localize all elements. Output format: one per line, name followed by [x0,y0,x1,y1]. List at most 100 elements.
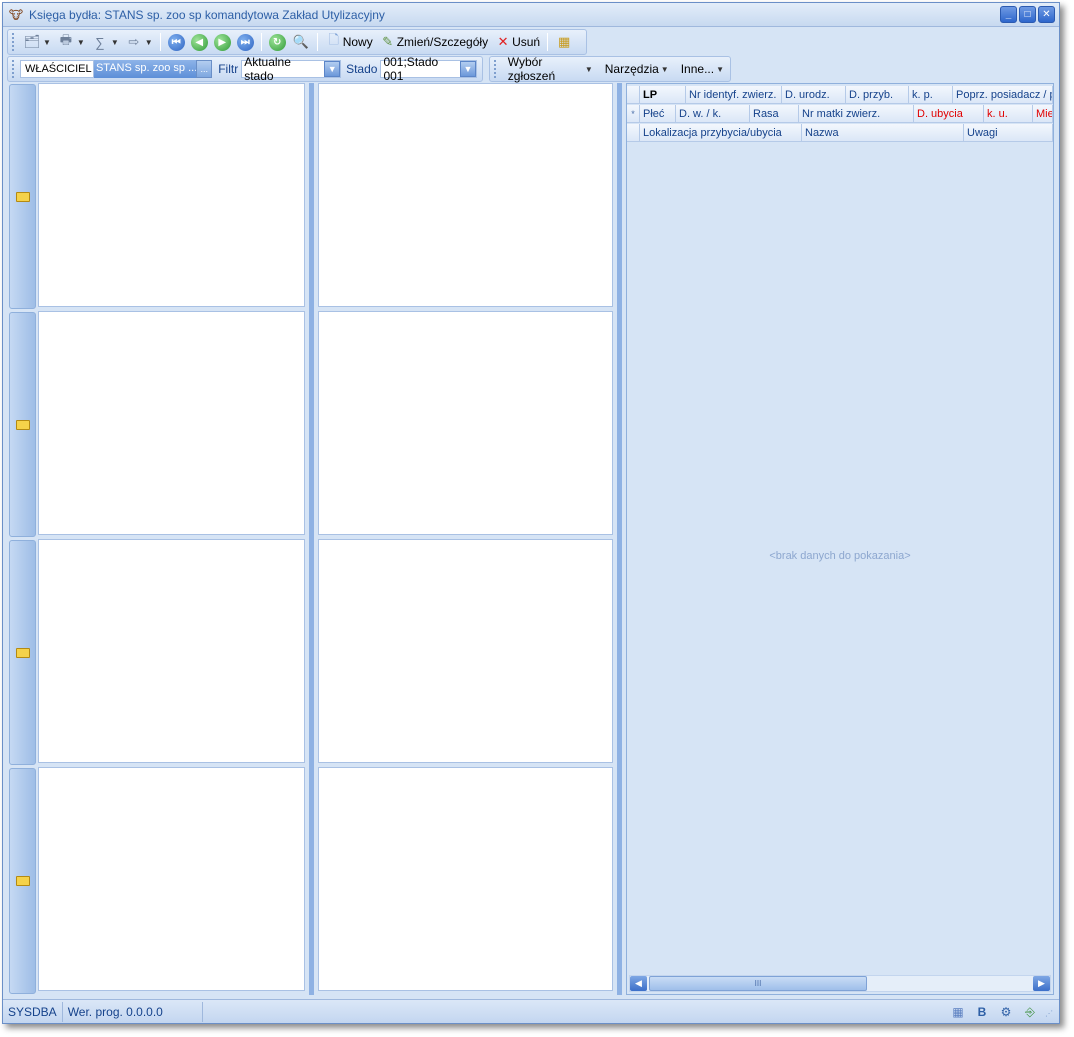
col-prev-owner[interactable]: Poprz. posiadacz / p [953,86,1053,104]
other-menu[interactable]: Inne... ▼ [675,62,730,76]
filter-combo-value: Aktualne stado [244,55,291,83]
delete-button[interactable]: ✕ Usuń [491,31,543,53]
refresh-button[interactable]: ↻ [266,31,289,53]
status-bar: SYSDBA Wer. prog. 0.0.0.0 ▦ B ⚙ ⎆ ⋰ [3,999,1059,1023]
toolbar-separator [260,33,262,51]
owner-browse-button[interactable]: ... [196,60,213,78]
data-grid: LP Nr identyf. zwierz. D. urodz. D. przy… [626,83,1054,995]
toolbar-grip[interactable] [12,33,16,51]
toolbar-grip[interactable] [494,60,498,78]
header-row-1: LP Nr identyf. zwierz. D. urodz. D. przy… [627,86,1053,104]
splitter-right[interactable] [617,83,622,995]
first-record-button[interactable]: ⏮ [165,31,188,53]
tools-menu[interactable]: Narzędzia ▼ [599,62,675,76]
col-sex[interactable]: Płeć [640,105,676,123]
col-departure-date[interactable]: D. ubycia [914,105,984,123]
print-dropdown[interactable]: 🖶 ▼ [54,31,88,53]
export-dropdown[interactable]: ⇨ ▼ [122,31,156,53]
filter-toolbar: WŁAŚCICIEL STANS sp. zoo sp ... ... Filt… [7,55,483,83]
reports-menu[interactable]: Wybór zgłoszeń ▼ [502,55,599,83]
group-bar-2[interactable] [9,312,36,537]
herd-combo[interactable]: 001;Stado 001 ▼ [380,55,477,83]
main-toolbar: 🗂 ▼ 🖶 ▼ ∑ ▼ ⇨ ▼ ⏮ ◀ ▶ ⏭ ↻ 🔍 🗋 Nowy ✎ Zmień/S… [7,29,587,55]
layout-button[interactable]: ▦ [552,31,576,53]
scroll-thumb[interactable]: III [649,976,867,991]
panel-2-2 [318,311,613,535]
main-window: 🐮 Księga bydła: STANS sp. zoo sp komandy… [2,2,1060,1024]
col-birth-date[interactable]: D. urodz. [782,86,846,104]
chevron-down-icon: ▼ [584,64,593,74]
col-animal-id[interactable]: Nr identyf. zwierz. [686,86,782,104]
splitter-left[interactable] [309,83,314,995]
chevron-down-icon[interactable]: ▼ [324,61,341,77]
window-title: Księga bydła: STANS sp. zoo sp komandyto… [29,7,385,22]
col-mother-id[interactable]: Nr matki zwierz. [799,105,914,123]
sigma-icon: ∑ [95,34,105,50]
last-record-icon: ⏭ [236,33,254,51]
edit-button-label: Zmień/Szczegóły [396,35,489,49]
new-document-icon: 🗋 [328,32,339,47]
panel-1-1 [38,83,305,307]
filter-combo[interactable]: Aktualne stado ▼ [241,55,342,83]
toolbar-separator [547,33,549,51]
chevron-down-icon: ▼ [716,64,724,74]
close-button[interactable]: ✕ [1038,6,1055,23]
group-bar-1[interactable] [9,84,36,309]
resize-grip-icon[interactable]: ⋰ [1045,1009,1057,1021]
group-bar-4[interactable] [9,768,36,994]
gear-icon[interactable]: ⚙ [997,1003,1015,1021]
next-record-button[interactable]: ▶ [211,31,234,53]
folder-icon [15,419,30,430]
panel-2-4 [318,767,613,991]
herd-combo-value: 001;Stado 001 [383,55,439,83]
panel-1-2 [38,311,305,535]
header-row-2: * Płeć D. w. / k. Rasa Nr matki zwierz. … [627,105,1053,123]
col-name[interactable]: Nazwa [802,124,964,142]
maximize-button[interactable]: □ [1019,6,1036,23]
title-bar: 🐮 Księga bydła: STANS sp. zoo sp komandy… [3,3,1059,27]
properties-dropdown[interactable]: 🗂 ▼ [20,31,54,53]
col-ku[interactable]: k. u. [984,105,1033,123]
status-version: Wer. prog. 0.0.0.0 [63,1001,203,1022]
col-arrival-date[interactable]: D. przyb. [846,86,909,104]
col-notes[interactable]: Uwagi [964,124,1053,142]
owner-label: WŁAŚCICIEL [19,60,94,78]
panel-2-3 [318,539,613,763]
search-button[interactable]: 🔍 [289,31,313,53]
print-icon: 🖶 [59,32,73,47]
owner-value-field[interactable]: STANS sp. zoo sp ... [93,60,197,78]
other-menu-label: Inne... [680,62,715,76]
grid-header: LP Nr identyf. zwierz. D. urodz. D. przy… [627,84,1053,143]
previous-record-button[interactable]: ◀ [188,31,211,53]
exit-icon[interactable]: ⎆ [1021,1003,1039,1021]
previous-record-icon: ◀ [190,33,208,51]
group-bar-3[interactable] [9,540,36,765]
col-breed[interactable]: Rasa [750,105,799,123]
scroll-left-button[interactable]: ◀ [630,976,647,991]
col-dw-k[interactable]: D. w. / k. [676,105,750,123]
header-row-3: Lokalizacja przybycia/ubycia Nazwa Uwagi [627,124,1053,142]
col-kp[interactable]: k. p. [909,86,953,104]
chevron-down-icon: ▼ [144,37,153,47]
col-lp[interactable]: LP [640,86,686,104]
edit-button[interactable]: ✎ Zmień/Szczegóły [376,31,491,53]
toolbar-grip[interactable] [12,60,16,78]
search-icon: 🔍 [292,34,309,49]
row-indicator [627,124,640,142]
horizontal-scrollbar[interactable]: ◀ III ▶ [629,975,1051,992]
folder-icon [15,876,30,886]
col-place[interactable]: Mie [1033,105,1053,123]
chevron-down-icon[interactable]: ▼ [460,61,476,77]
sum-dropdown[interactable]: ∑ ▼ [88,31,122,53]
b-icon[interactable]: B [973,1003,991,1021]
calculator-icon[interactable]: ▦ [949,1003,967,1021]
export-icon: ⇨ [128,34,140,49]
chevron-down-icon: ▼ [76,37,85,47]
col-location[interactable]: Lokalizacja przybycia/ubycia [640,124,802,142]
row-indicator [627,86,640,104]
last-record-button[interactable]: ⏭ [234,31,257,53]
new-button[interactable]: 🗋 Nowy [322,31,376,53]
scroll-right-button[interactable]: ▶ [1033,976,1050,991]
folder-icon [15,647,30,658]
minimize-button[interactable]: _ [1000,6,1017,23]
